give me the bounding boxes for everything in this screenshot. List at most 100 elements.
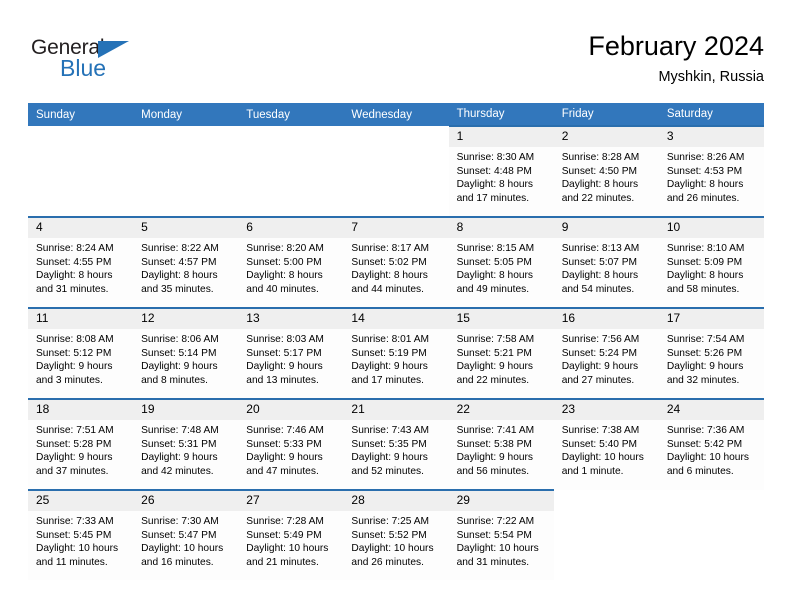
day-detail-line: Sunset: 5:45 PM (36, 529, 112, 541)
calendar-day-cell[interactable]: 21 Sunrise: 7:43 AM Sunset: 5:35 PM Dayligh… (343, 398, 449, 490)
day-number: 16 (553, 309, 659, 329)
calendar-day-cell[interactable]: 6 Sunrise: 8:20 AM Sunset: 5:00 PM Daylight… (238, 216, 344, 308)
calendar-day-cell[interactable]: 4 Sunrise: 8:24 AM Sunset: 4:55 PM Daylight… (28, 216, 134, 308)
day-number: 6 (238, 218, 344, 238)
day-detail-line: Daylight: 10 hours (351, 543, 434, 555)
day-detail-line: Daylight: 9 hours (666, 361, 744, 373)
day-detail-line: Sunrise: 7:38 AM (561, 425, 640, 436)
day-detail-line: and 44 minutes. (351, 283, 424, 295)
day-sun-details: Sunrise: 7:30 AM Sunset: 5:47 PM Daylight:… (133, 511, 238, 569)
day-number: 13 (238, 309, 344, 329)
day-detail-line: and 31 minutes. (456, 556, 530, 568)
day-detail-line: Daylight: 8 hours (666, 270, 744, 282)
day-number: 15 (448, 309, 554, 329)
day-detail-line: Sunset: 5:33 PM (246, 438, 322, 450)
day-detail-line: and 16 minutes. (141, 556, 214, 568)
day-sun-details: Sunrise: 7:46 AM Sunset: 5:33 PM Daylight:… (238, 420, 343, 478)
calendar-day-cell[interactable]: 10 Sunrise: 8:10 AM Sunset: 5:09 PM Dayligh… (658, 216, 764, 308)
calendar-day-cell[interactable]: 16 Sunrise: 7:56 AM Sunset: 5:24 PM Dayligh… (553, 307, 659, 399)
calendar-day-cell[interactable]: 2 Sunrise: 8:28 AM Sunset: 4:50 PM Daylight… (553, 125, 659, 217)
calendar-day-cell[interactable]: 12 Sunrise: 8:06 AM Sunset: 5:14 PM Dayligh… (133, 307, 239, 399)
calendar-day-cell[interactable]: 3 Sunrise: 8:26 AM Sunset: 4:53 PM Daylight… (658, 125, 764, 217)
day-detail-line: and 17 minutes. (456, 192, 530, 204)
calendar-day-cell[interactable]: 7 Sunrise: 8:17 AM Sunset: 5:02 PM Daylight… (343, 216, 449, 308)
calendar-day-cell[interactable]: 27 Sunrise: 7:28 AM Sunset: 5:49 PM Dayligh… (238, 489, 344, 580)
day-number: 29 (448, 491, 554, 511)
calendar-day-cell[interactable]: 17 Sunrise: 7:54 AM Sunset: 5:26 PM Dayligh… (658, 307, 764, 399)
day-detail-line: Daylight: 8 hours (36, 270, 113, 282)
day-detail-line: Sunrise: 8:01 AM (351, 334, 430, 345)
day-detail-line: Sunset: 5:24 PM (561, 347, 638, 359)
day-detail-line: Sunrise: 7:58 AM (456, 334, 535, 345)
day-detail-line: Sunset: 5:00 PM (246, 256, 322, 268)
general-blue-logo[interactable]: General Blue (31, 36, 171, 86)
day-detail-line: Sunset: 5:28 PM (36, 438, 112, 450)
calendar-day-cell[interactable]: 28 Sunrise: 7:25 AM Sunset: 5:52 PM Dayligh… (343, 489, 449, 580)
day-detail-line: Sunset: 5:07 PM (561, 256, 638, 268)
day-detail-line: and 32 minutes. (666, 374, 740, 386)
calendar-day-cell[interactable]: 22 Sunrise: 7:41 AM Sunset: 5:38 PM Dayligh… (448, 398, 554, 490)
weekday-header-friday: Friday (553, 103, 659, 126)
day-detail-line: Daylight: 9 hours (246, 452, 323, 464)
day-detail-line: Daylight: 8 hours (561, 179, 639, 191)
day-detail-line: Daylight: 8 hours (456, 270, 534, 282)
day-detail-line: and 27 minutes. (561, 374, 635, 386)
day-sun-details: Sunrise: 8:06 AM Sunset: 5:14 PM Daylight:… (133, 329, 238, 387)
day-detail-line: Sunrise: 8:22 AM (141, 243, 219, 254)
day-detail-line: Daylight: 8 hours (666, 179, 744, 191)
calendar-day-cell[interactable]: 13 Sunrise: 8:03 AM Sunset: 5:17 PM Dayligh… (238, 307, 344, 399)
day-detail-line: Sunset: 5:09 PM (666, 256, 743, 268)
day-detail-line: Sunset: 5:54 PM (456, 529, 532, 541)
calendar-day-cell[interactable]: 29 Sunrise: 7:22 AM Sunset: 5:54 PM Dayligh… (448, 489, 554, 580)
calendar-day-cell[interactable]: 20 Sunrise: 7:46 AM Sunset: 5:33 PM Dayligh… (238, 398, 344, 490)
day-sun-details: Sunrise: 7:28 AM Sunset: 5:49 PM Daylight:… (238, 511, 343, 569)
day-detail-line: and 37 minutes. (36, 465, 109, 477)
day-sun-details: Sunrise: 8:15 AM Sunset: 5:05 PM Daylight:… (449, 238, 554, 296)
calendar-day-cell[interactable]: 23 Sunrise: 7:38 AM Sunset: 5:40 PM Dayligh… (553, 398, 659, 490)
day-detail-line: Sunrise: 8:26 AM (666, 152, 745, 163)
day-detail-line: Sunset: 5:49 PM (246, 529, 322, 541)
day-detail-line: Sunset: 5:05 PM (456, 256, 532, 268)
day-detail-line: Sunrise: 7:51 AM (36, 425, 114, 436)
calendar-day-cell[interactable]: 8 Sunrise: 8:15 AM Sunset: 5:05 PM Daylight… (448, 216, 554, 308)
day-detail-line: Daylight: 9 hours (246, 361, 323, 373)
day-number: 21 (343, 400, 449, 420)
day-detail-line: Daylight: 8 hours (141, 270, 218, 282)
calendar-cell-empty (133, 126, 239, 217)
calendar-day-cell[interactable]: 25 Sunrise: 7:33 AM Sunset: 5:45 PM Dayligh… (28, 489, 134, 580)
day-number: 3 (658, 127, 764, 147)
calendar-day-cell[interactable]: 9 Sunrise: 8:13 AM Sunset: 5:07 PM Daylight… (553, 216, 659, 308)
day-detail-line: Sunset: 4:48 PM (456, 165, 532, 177)
day-number: 1 (448, 127, 554, 147)
day-detail-line: Sunset: 4:55 PM (36, 256, 112, 268)
logo-text-blue: Blue (60, 55, 107, 81)
calendar-day-cell[interactable]: 15 Sunrise: 7:58 AM Sunset: 5:21 PM Dayligh… (448, 307, 554, 399)
calendar-day-cell[interactable]: 24 Sunrise: 7:36 AM Sunset: 5:42 PM Dayligh… (658, 398, 764, 490)
calendar-day-cell[interactable]: 26 Sunrise: 7:30 AM Sunset: 5:47 PM Dayligh… (133, 489, 239, 580)
day-detail-line: Sunset: 4:57 PM (141, 256, 217, 268)
day-detail-line: and 11 minutes. (36, 556, 108, 568)
day-detail-line: Sunset: 5:31 PM (141, 438, 217, 450)
calendar-day-cell[interactable]: 1 Sunrise: 8:30 AM Sunset: 4:48 PM Daylight… (448, 125, 554, 217)
calendar-day-cell[interactable]: 5 Sunrise: 8:22 AM Sunset: 4:57 PM Daylight… (133, 216, 239, 308)
calendar-day-cell[interactable]: 18 Sunrise: 7:51 AM Sunset: 5:28 PM Dayligh… (28, 398, 134, 490)
day-sun-details: Sunrise: 7:56 AM Sunset: 5:24 PM Daylight:… (554, 329, 659, 387)
calendar-day-cell[interactable]: 14 Sunrise: 8:01 AM Sunset: 5:19 PM Dayligh… (343, 307, 449, 399)
day-number: 25 (28, 491, 134, 511)
day-number: 5 (133, 218, 239, 238)
day-number: 9 (553, 218, 659, 238)
day-detail-line: Daylight: 8 hours (246, 270, 323, 282)
day-detail-line: Sunset: 5:21 PM (456, 347, 532, 359)
day-detail-line: Sunrise: 7:41 AM (456, 425, 535, 436)
day-detail-line: Sunset: 5:02 PM (351, 256, 427, 268)
day-number: 10 (658, 218, 764, 238)
day-detail-line: Sunset: 5:40 PM (561, 438, 638, 450)
calendar-day-cell[interactable]: 11 Sunrise: 8:08 AM Sunset: 5:12 PM Dayligh… (28, 307, 134, 399)
weekday-header-saturday: Saturday (658, 103, 764, 126)
day-sun-details: Sunrise: 7:22 AM Sunset: 5:54 PM Daylight:… (449, 511, 554, 569)
calendar-day-cell[interactable]: 19 Sunrise: 7:48 AM Sunset: 5:31 PM Dayligh… (133, 398, 239, 490)
day-number: 8 (448, 218, 554, 238)
day-number: 24 (658, 400, 764, 420)
day-detail-line: Sunrise: 8:15 AM (456, 243, 535, 254)
day-sun-details: Sunrise: 8:01 AM Sunset: 5:19 PM Daylight:… (343, 329, 448, 387)
